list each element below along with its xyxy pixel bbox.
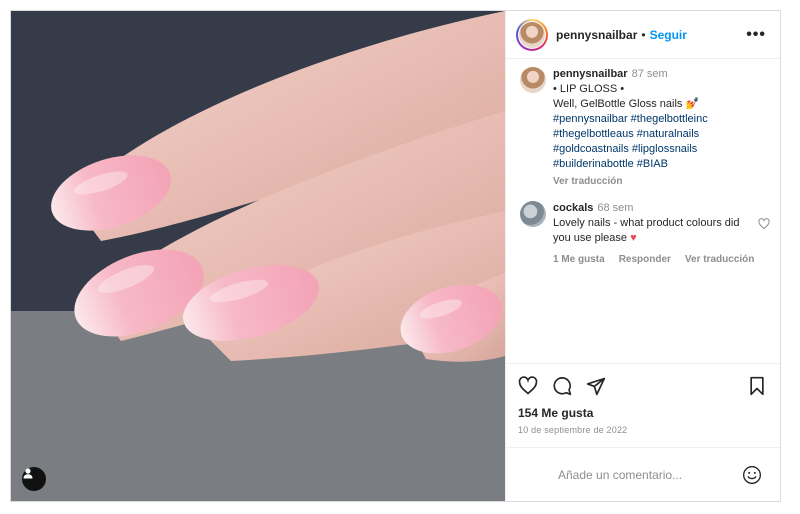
author-avatar[interactable] [516,18,548,51]
caption-username[interactable]: pennysnailbar [553,68,628,80]
separator-dot: • [641,27,646,42]
caption-line-2: Well, GelBottle Gloss nails 💅 [553,98,700,110]
heart-icon[interactable] [518,376,538,396]
caption: pennysnailbar 87 sem • LIP GLOSS • Well, … [520,67,770,189]
post-image[interactable] [11,11,505,501]
share-icon[interactable] [586,376,606,396]
comments-section: pennysnailbar 87 sem • LIP GLOSS • Well, … [506,59,780,363]
nails-photo [11,11,505,501]
caption-time[interactable]: 87 sem [632,68,668,80]
hashtags-line[interactable]: #thegelbottleaus #naturalnails [553,127,770,142]
emoji-icon[interactable] [742,465,762,485]
comment-text: Lovely nails - what product colours did … [553,217,740,244]
red-heart-emoji: ♥ [630,232,637,244]
more-horizontal-icon[interactable]: ••• [746,26,766,44]
post-actions: 154 Me gusta 10 de septiembre de 2022 [506,363,780,447]
follow-button[interactable]: Seguir [650,28,687,42]
commenter-avatar[interactable] [520,201,546,227]
reply-button[interactable]: Responder [619,254,671,265]
hashtags-line[interactable]: #pennysnailbar #thegelbottleinc [553,112,770,127]
comment-time[interactable]: 68 sem [597,202,633,214]
caption-line-1: • LIP GLOSS • [553,83,625,95]
post-sidebar: pennysnailbar • Seguir ••• pennysnailbar… [505,11,780,501]
add-comment-bar [506,447,780,501]
caption-avatar[interactable] [520,67,546,93]
bookmark-icon[interactable] [748,376,766,396]
post-date[interactable]: 10 de septiembre de 2022 [518,425,766,435]
user-tag-icon[interactable] [22,467,46,491]
comment-icon[interactable] [552,376,572,396]
hashtags-line[interactable]: #builderinabottle #BIAB [553,157,770,172]
comment-item: cockals 68 sem Lovely nails - what produc… [520,201,770,246]
comment-likes[interactable]: 1 Me gusta [553,254,605,265]
post-header: pennysnailbar • Seguir ••• [506,11,780,59]
likes-count[interactable]: 154 Me gusta [518,406,766,420]
hashtags-line[interactable]: #goldcoastnails #lipglossnails [553,142,770,157]
caption-translate-link[interactable]: Ver traducción [553,174,770,189]
comment-like-heart-icon[interactable] [758,217,770,246]
commenter-username[interactable]: cockals [553,202,593,214]
comment-meta: 1 Me gusta Responder Ver traducción [553,254,770,265]
author-username[interactable]: pennysnailbar [556,28,637,42]
comment-translate-link[interactable]: Ver traducción [685,254,754,265]
comment-input[interactable] [556,466,742,483]
instagram-post: pennysnailbar • Seguir ••• pennysnailbar… [10,10,781,502]
